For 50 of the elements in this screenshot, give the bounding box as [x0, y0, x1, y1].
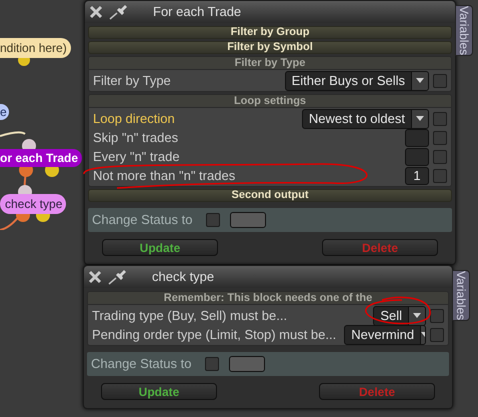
checkbox[interactable] — [433, 74, 447, 88]
status-label: Change Status to — [92, 211, 194, 230]
caret-icon — [416, 116, 424, 121]
update-button[interactable]: Update — [101, 383, 217, 400]
dropdown[interactable]: Either Buys or Sells — [284, 70, 429, 90]
row-label: Trading type (Buy, Sell) must be... — [92, 306, 288, 325]
checkbox[interactable] — [433, 150, 447, 164]
row-label: Every "n" trade — [93, 148, 180, 166]
flow-node[interactable]: or each Trade — [0, 149, 82, 167]
number-field[interactable]: 1 — [405, 166, 429, 184]
section-header[interactable]: Filter by Type — [89, 57, 451, 70]
window-title: check type — [152, 268, 214, 286]
section-header[interactable]: Remember: This block needs one of the — [88, 292, 448, 305]
variables-tab[interactable]: Variables — [455, 5, 473, 56]
pin-icon[interactable] — [108, 269, 128, 285]
section-header[interactable]: Second output — [88, 189, 452, 202]
number-field[interactable] — [405, 148, 429, 166]
flow-node[interactable]: ndition here) — [0, 38, 71, 58]
number-field[interactable] — [405, 128, 429, 146]
checkbox[interactable] — [430, 308, 444, 322]
checkbox[interactable] — [205, 357, 219, 371]
row-label: Pending order type (Limit, Stop) must be... — [92, 326, 336, 344]
dropdown[interactable]: Newest to oldest — [302, 108, 429, 128]
row-label: Loop direction — [93, 110, 175, 128]
status-field[interactable] — [229, 356, 265, 372]
row-label: Not more than "n" trades — [93, 166, 236, 185]
flow-node[interactable]: e — [0, 104, 9, 120]
section-header[interactable]: Filter by Group — [88, 26, 452, 39]
flow-node[interactable]: check type — [0, 194, 66, 214]
pin-icon[interactable] — [109, 4, 129, 20]
checkbox[interactable] — [430, 328, 444, 342]
section-header[interactable]: Loop settings — [89, 95, 451, 108]
close-icon[interactable] — [88, 270, 102, 284]
checkbox[interactable] — [433, 168, 447, 182]
dropdown[interactable]: Nevermind — [344, 324, 426, 344]
update-button[interactable]: Update — [102, 239, 218, 256]
checkbox[interactable] — [433, 130, 447, 144]
checkbox[interactable] — [206, 213, 220, 227]
status-label: Change Status to — [91, 355, 192, 374]
window-title: For each Trade — [153, 3, 242, 22]
caret-icon — [413, 313, 421, 318]
status-field[interactable] — [230, 212, 266, 228]
checkbox[interactable] — [433, 112, 447, 126]
caret-icon — [416, 78, 424, 83]
close-icon[interactable] — [89, 5, 103, 19]
dropdown[interactable]: Sell — [373, 306, 426, 326]
variables-tab[interactable]: Variables — [452, 270, 470, 322]
row-label: Skip "n" trades — [93, 128, 178, 147]
row-label: Filter by Type — [93, 72, 171, 90]
section-header[interactable]: Filter by Symbol — [88, 41, 452, 54]
